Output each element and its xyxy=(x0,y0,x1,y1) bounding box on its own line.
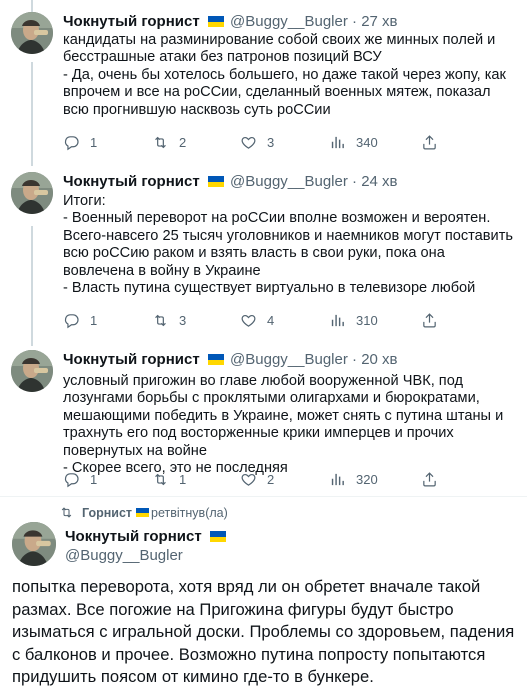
author-handle[interactable]: @Buggy__Bugler xyxy=(230,351,348,368)
ukraine-flag-icon xyxy=(207,176,224,187)
retweet-button[interactable]: 3 xyxy=(152,312,186,329)
tweet-text: условный пригожин во главе любой вооруже… xyxy=(63,373,504,477)
views-icon xyxy=(329,471,346,488)
separator-dot: · xyxy=(352,173,358,190)
action-bar: 1 3 4 310 xyxy=(63,312,518,330)
separator-dot: · xyxy=(352,13,358,30)
retweet-label: ретвітнув(ла) xyxy=(151,505,228,520)
views-icon xyxy=(329,312,346,329)
views-button[interactable]: 320 xyxy=(329,471,378,488)
reply-count: 1 xyxy=(90,135,98,150)
avatar[interactable] xyxy=(12,522,56,566)
retweet-count: 1 xyxy=(179,472,187,487)
timestamp[interactable]: 24 хв xyxy=(361,173,397,190)
reply-button[interactable]: 1 xyxy=(63,134,97,151)
share-button[interactable] xyxy=(421,471,438,488)
author-name[interactable]: Чокнутый горнист xyxy=(63,351,200,368)
share-button[interactable] xyxy=(421,312,438,329)
share-button[interactable] xyxy=(421,134,438,151)
ukraine-flag-icon xyxy=(209,531,226,542)
ukraine-flag-icon xyxy=(207,16,224,27)
thread-line xyxy=(31,62,33,166)
reply-count: 1 xyxy=(90,313,98,328)
retweet-count: 3 xyxy=(179,313,187,328)
like-button[interactable]: 4 xyxy=(240,312,274,329)
retweet-context[interactable]: Горнист ретвітнув(ла) xyxy=(59,505,228,520)
author-name[interactable]: Чокнутый горнист xyxy=(65,528,202,545)
share-icon xyxy=(421,134,438,151)
ukraine-flag-icon xyxy=(136,508,150,517)
author-handle[interactable]: @Buggy__Bugler xyxy=(230,13,348,30)
reply-icon xyxy=(63,471,80,488)
reply-icon xyxy=(63,134,80,151)
tweet-header: Чокнутый горнист @Buggy__Bugler · 24 хв xyxy=(63,173,398,190)
timestamp[interactable]: 27 хв xyxy=(361,13,397,30)
retweet-icon xyxy=(152,312,169,329)
avatar[interactable] xyxy=(11,172,53,214)
action-bar: 1 1 2 320 xyxy=(63,471,518,489)
tweet-header: Чокнутый горнист @Buggy__Bugler xyxy=(65,527,228,565)
share-icon xyxy=(421,471,438,488)
views-count: 310 xyxy=(356,313,378,328)
views-count: 320 xyxy=(356,472,378,487)
timestamp[interactable]: 20 хв xyxy=(361,351,397,368)
divider xyxy=(0,496,527,497)
views-button[interactable]: 340 xyxy=(329,134,378,151)
author-name[interactable]: Чокнутый горнист xyxy=(63,173,200,190)
tweet-header: Чокнутый горнист @Buggy__Bugler · 27 хв xyxy=(63,13,398,30)
retweet-icon xyxy=(152,134,169,151)
tweet-text: Итоги: - Военный переворот на роССии впо… xyxy=(63,193,513,297)
tweet-text: попытка переворота, хотя вряд ли он обре… xyxy=(12,577,515,687)
like-count: 3 xyxy=(267,135,275,150)
views-button[interactable]: 310 xyxy=(329,312,378,329)
like-icon xyxy=(240,471,257,488)
reply-icon xyxy=(63,312,80,329)
like-count: 4 xyxy=(267,313,275,328)
views-icon xyxy=(329,134,346,151)
author-handle[interactable]: @Buggy__Bugler xyxy=(230,173,348,190)
reply-count: 1 xyxy=(90,472,98,487)
action-bar: 1 2 3 340 xyxy=(63,134,518,152)
like-count: 2 xyxy=(267,472,275,487)
separator-dot: · xyxy=(352,351,358,368)
like-button[interactable]: 2 xyxy=(240,471,274,488)
thread-line xyxy=(31,226,33,346)
retweeter-name[interactable]: Горнист xyxy=(82,506,132,520)
retweet-button[interactable]: 2 xyxy=(152,134,186,151)
avatar[interactable] xyxy=(11,350,53,392)
ukraine-flag-icon xyxy=(207,354,224,365)
share-icon xyxy=(421,312,438,329)
like-icon xyxy=(240,134,257,151)
author-handle[interactable]: @Buggy__Bugler xyxy=(65,546,228,565)
reply-button[interactable]: 1 xyxy=(63,312,97,329)
like-button[interactable]: 3 xyxy=(240,134,274,151)
retweet-icon xyxy=(152,471,169,488)
retweet-icon xyxy=(59,505,74,520)
reply-button[interactable]: 1 xyxy=(63,471,97,488)
avatar[interactable] xyxy=(11,12,53,54)
tweet-header: Чокнутый горнист @Buggy__Bugler · 20 хв xyxy=(63,351,398,368)
tweet-text: кандидаты на разминирование собой своих … xyxy=(63,32,506,118)
thread-line xyxy=(31,0,33,12)
retweet-count: 2 xyxy=(179,135,187,150)
views-count: 340 xyxy=(356,135,378,150)
like-icon xyxy=(240,312,257,329)
retweet-button[interactable]: 1 xyxy=(152,471,186,488)
author-name[interactable]: Чокнутый горнист xyxy=(63,13,200,30)
